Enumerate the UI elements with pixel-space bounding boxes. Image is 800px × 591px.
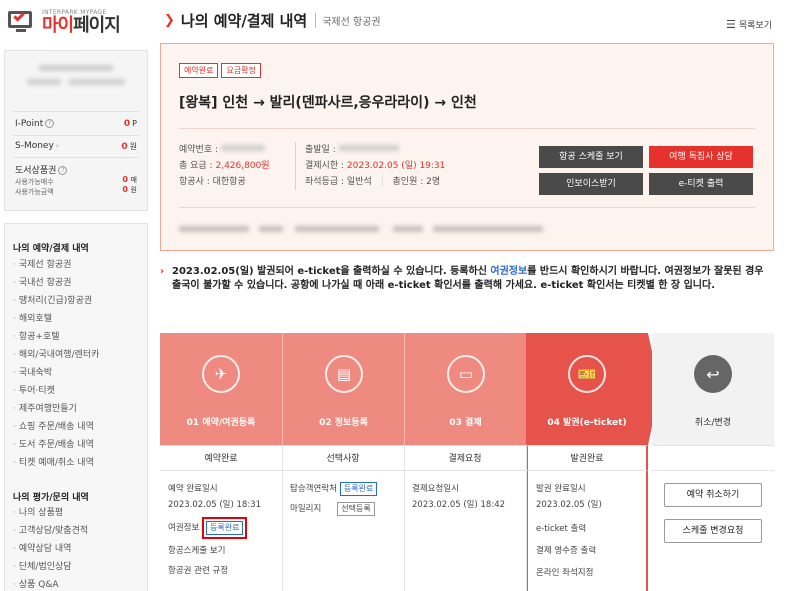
sidebar: INTERPARK MYPAGE 마이페이지 I-Point? 0P S-Mon…	[0, 0, 152, 591]
ticket-rules-link[interactable]: 항공권 관련 규정	[168, 563, 274, 579]
eticket-print-button[interactable]: e-티켓 출력	[649, 173, 753, 195]
passport-info-link[interactable]: 여권정보	[490, 266, 527, 277]
ipoint-value: 0	[123, 119, 131, 129]
step-status: 선택사항	[282, 445, 404, 471]
monitor-check-icon	[8, 10, 36, 33]
booking-steps: ✈ 01 예약/여권등록 예약완료 예약 완료일시 2023.02.05 (일)…	[160, 333, 774, 591]
airplane-icon: ✈	[202, 355, 240, 393]
gift-count-value: 0	[122, 175, 128, 184]
chevron-right-icon: ❯	[164, 13, 175, 28]
gift-label: 도서상품권	[15, 166, 57, 176]
step-label: 04 발권(e-ticket)	[547, 418, 627, 428]
inquiry-menu: 나의 상품평 고객상담/맞춤견적 예약상담 내역 단체/법인상담 상품 Q&A	[13, 504, 88, 591]
help-icon[interactable]: ?	[45, 119, 55, 128]
sidebar-item[interactable]: 해외호텔	[13, 310, 99, 328]
menu-section-title: 나의 평가/문의 내역	[13, 493, 89, 503]
profile-card: I-Point? 0P S-Money › 0원 도서상품권? 사용가능매수 사…	[4, 50, 148, 211]
blurred-info	[69, 79, 125, 85]
page-subtitle: 국제선 항공권	[315, 13, 381, 28]
step-ticketing: 🎫 04 발권(e-ticket) 발권완료 발권 완료일시 2023.02.0…	[526, 333, 648, 591]
sidebar-item[interactable]: 항공+호텔	[13, 328, 99, 346]
reservation-menu: 국제선 항공권 국내선 항공권 땡처리(긴급)항공권 해외호텔 항공+호텔 해외…	[13, 256, 100, 472]
travel-consult-button[interactable]: 여행 독집사 상담	[649, 146, 753, 168]
sidebar-item[interactable]: 예약상담 내역	[13, 540, 88, 558]
sidebar-item[interactable]: 투어·티켓	[13, 382, 99, 400]
sidebar-item[interactable]: 도서 주문/배송 내역	[13, 436, 99, 454]
eticket-notice: › 2023.02.05(일) 발권되어 e-ticket을 출력하실 수 있습…	[160, 266, 764, 291]
step-label: 02 정보등록	[319, 418, 368, 428]
sidebar-item[interactable]: 해외/국내여행/렌터카	[13, 346, 100, 364]
step-status: 발권완료	[526, 445, 648, 471]
chevron-right-icon: ›	[160, 266, 165, 277]
card-icon: ▭	[447, 355, 485, 393]
smoney-label: S-Money	[15, 141, 54, 151]
sidebar-item[interactable]: 땡처리(긴급)항공권	[13, 292, 99, 310]
flight-route: [왕복] 인천 → 발리(덴파사르,응우라라이) → 인천	[179, 95, 477, 111]
sidebar-item[interactable]: 국내숙박	[13, 364, 99, 382]
sidebar-item[interactable]: 단체/법인상담	[13, 558, 88, 576]
ipoint-row[interactable]: I-Point? 0P	[15, 119, 137, 129]
form-icon: ▤	[325, 355, 363, 393]
help-icon[interactable]: ?	[58, 166, 68, 175]
step-status: 예약완료	[160, 445, 282, 471]
reservation-datetime: 2023.02.05 (일) 18:31	[168, 500, 262, 510]
invoice-button[interactable]: 인보이스받기	[539, 173, 643, 195]
mypage-logo[interactable]: INTERPARK MYPAGE 마이페이지	[0, 0, 152, 44]
blurred-username	[39, 65, 113, 71]
smoney-row[interactable]: S-Money › 0원	[15, 141, 137, 152]
online-seat-link[interactable]: 온라인 좌석지정	[536, 565, 638, 581]
sidebar-item[interactable]: 국제선 항공권	[13, 256, 99, 274]
sidebar-menu: 나의 예약/결제 내역 국제선 항공권 국내선 항공권 땡처리(긴급)항공권 해…	[4, 223, 148, 591]
step-cancel-change: ↩ 취소/변경 예약 취소하기 스케줄 변경요청	[652, 333, 774, 591]
sidebar-item[interactable]: 고객상담/맞춤견적	[13, 522, 88, 540]
sidebar-item[interactable]: 국내선 항공권	[13, 274, 99, 292]
ticket-icon: 🎫	[568, 355, 606, 393]
passport-registered-tag[interactable]: 등록완료	[205, 521, 244, 535]
booking-info-right: 출발일 : 결제시한 : 2023.02.05 (일) 19:31 좌석등급 :…	[305, 145, 446, 187]
list-view-button[interactable]: ☰ 목록보기	[726, 18, 772, 31]
status-badge: 요금확정	[221, 63, 261, 78]
airline-name: 대한항공	[212, 177, 246, 187]
total-price: 2,426,800원	[215, 161, 270, 171]
flight-schedule-link[interactable]: 항공스케줄 보기	[168, 543, 274, 559]
step-reservation: ✈ 01 예약/여권등록 예약완료 예약 완료일시 2023.02.05 (일)…	[160, 333, 282, 591]
cancel-reservation-button[interactable]: 예약 취소하기	[664, 483, 762, 507]
payment-request-datetime: 2023.02.05 (일) 18:42	[412, 500, 506, 510]
step-info: ▤ 02 정보등록 선택사항 탑승객연락처 등록완료 마일리지 선택등록	[282, 333, 404, 591]
sidebar-item[interactable]: 나의 상품평	[13, 504, 88, 522]
issue-datetime: 2023.02.05 (일)	[536, 500, 602, 510]
menu-icon: ☰	[726, 18, 736, 31]
schedule-change-button[interactable]: 스케줄 변경요청	[664, 519, 762, 543]
step-label: 취소/변경	[694, 418, 732, 428]
gift-count-label: 사용가능매수	[15, 178, 54, 186]
mileage-register-tag[interactable]: 선택등록	[337, 502, 375, 516]
sidebar-item[interactable]: 티켓 예매/취소 내역	[13, 454, 99, 472]
status-badge: 예약완료	[179, 63, 219, 78]
step-payment: ▭ 03 결제 결제요청 결제요청일시 2023.02.05 (일) 18:42	[404, 333, 526, 591]
sidebar-item[interactable]: 쇼핑 주문/배송 내역	[13, 418, 99, 436]
main-content: ❯ 나의 예약/결제 내역 국제선 항공권 ☰ 목록보기 예약완료 요금확정 […	[160, 0, 800, 591]
contact-registered-tag[interactable]: 등록완료	[339, 482, 378, 496]
payment-deadline: 2023.02.05 (일) 19:31	[346, 161, 446, 171]
menu-section-title: 나의 예약/결제 내역	[13, 244, 89, 254]
sidebar-item[interactable]: 제주여행만들기	[13, 400, 99, 418]
ipoint-label: I-Point	[15, 119, 44, 129]
logo-title: 마이페이지	[42, 14, 121, 36]
blurred-info	[27, 79, 61, 85]
receipt-print-link[interactable]: 결제 영수증 출력	[536, 543, 638, 559]
sidebar-item[interactable]: 상품 Q&A	[13, 576, 88, 591]
smoney-value: 0	[121, 142, 128, 152]
booking-summary: 예약완료 요금확정 [왕복] 인천 → 발리(덴파사르,응우라라이) → 인천 …	[160, 43, 774, 251]
step-status: 결제요청	[404, 445, 526, 471]
flight-schedule-button[interactable]: 항공 스케줄 보기	[539, 146, 643, 168]
step-label: 03 결제	[449, 418, 482, 428]
page-title: ❯ 나의 예약/결제 내역 국제선 항공권	[164, 12, 381, 30]
gift-amount-label: 사용가능금액	[15, 188, 54, 196]
step-label: 01 예약/여권등록	[186, 418, 256, 428]
eticket-print-link[interactable]: e-ticket 출력	[536, 521, 638, 537]
gift-amount-value: 0	[122, 185, 128, 194]
gift-row[interactable]: 도서상품권?	[15, 163, 137, 176]
booking-info-left: 예약번호 : 총 요금 : 2,426,800원 항공사 : 대한항공	[179, 145, 270, 187]
undo-icon: ↩	[694, 355, 732, 393]
